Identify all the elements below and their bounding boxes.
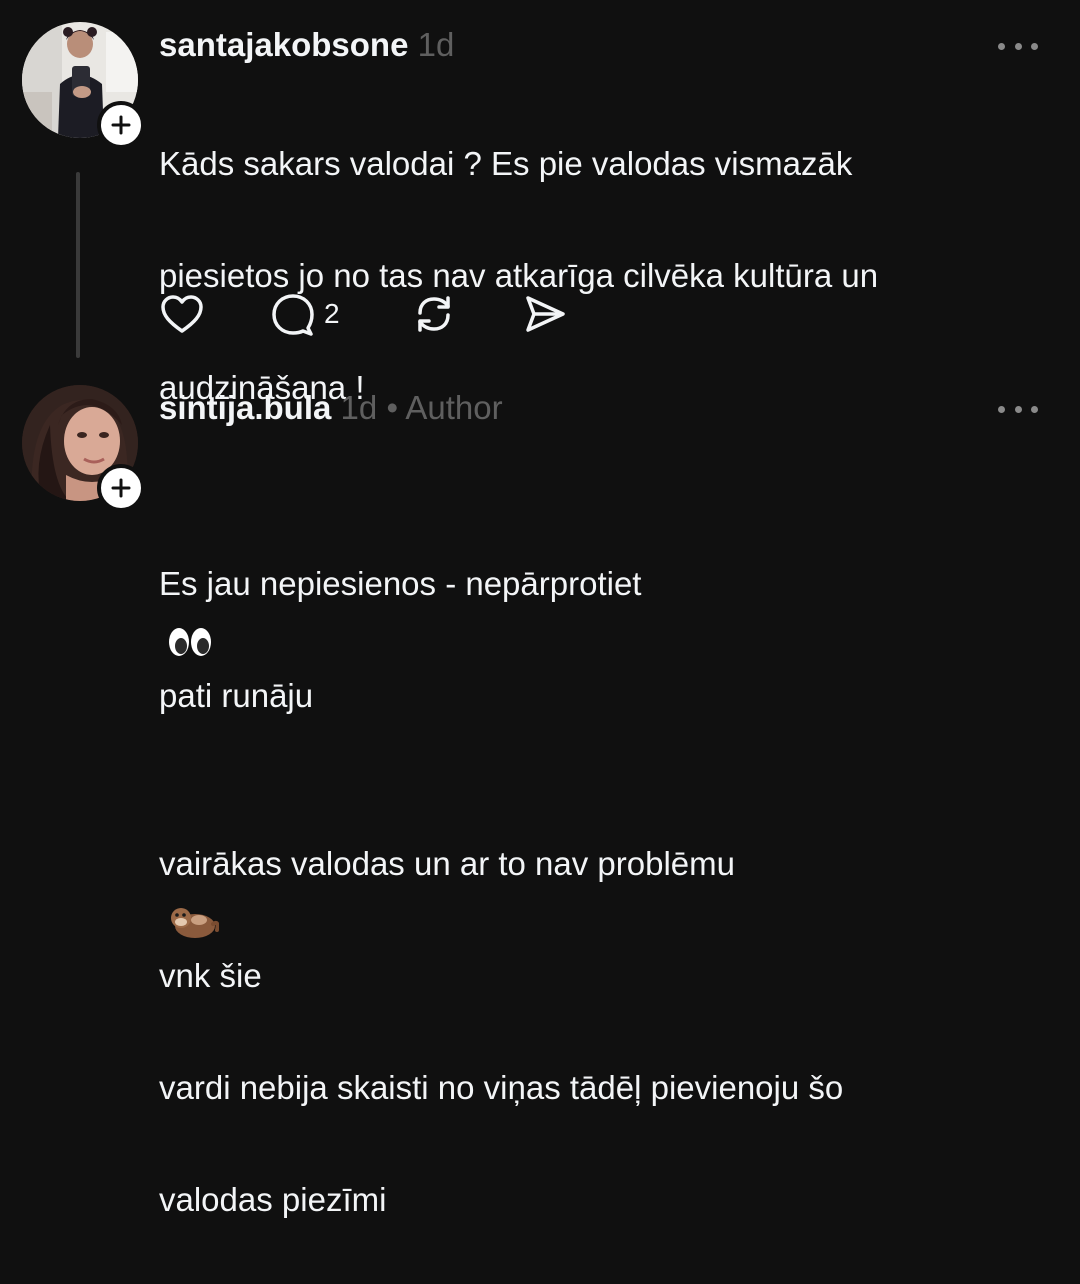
separator: • — [386, 389, 398, 426]
comment: sintija.bula 1d • Author Es jau nepiesie… — [0, 0, 1080, 1218]
comment-line: vardi nebija skaisti no viņas tādēļ piev… — [159, 1069, 844, 1106]
comment-line-text: vairākas valodas un ar to nav problēmu — [159, 845, 735, 882]
otter-emoji — [171, 908, 219, 939]
eyes-emoji — [169, 628, 211, 657]
avatar[interactable] — [22, 385, 145, 512]
follow-plus-icon[interactable] — [97, 464, 145, 512]
comment-header: sintija.bula 1d • Author — [159, 388, 503, 428]
comment-line-text: Es jau nepiesienos - nepārprotiet — [159, 565, 642, 602]
comment-line: vairākas valodas un ar to nav problēmu v… — [159, 780, 1039, 1004]
comment-line: Es jau nepiesienos - nepārprotiet pati r… — [159, 500, 1039, 724]
author-badge: Author — [405, 389, 503, 426]
comment-line-text: pati runāju — [159, 677, 314, 714]
comment-line: valodas piezīmi — [159, 1181, 387, 1218]
more-options-icon[interactable] — [998, 403, 1038, 415]
username[interactable]: sintija.bula — [159, 389, 331, 426]
comment-line-text: vnk šie — [159, 957, 262, 994]
comment-text: Es jau nepiesienos - nepārprotiet pati r… — [159, 444, 1039, 1284]
timestamp: 1d — [340, 389, 378, 426]
